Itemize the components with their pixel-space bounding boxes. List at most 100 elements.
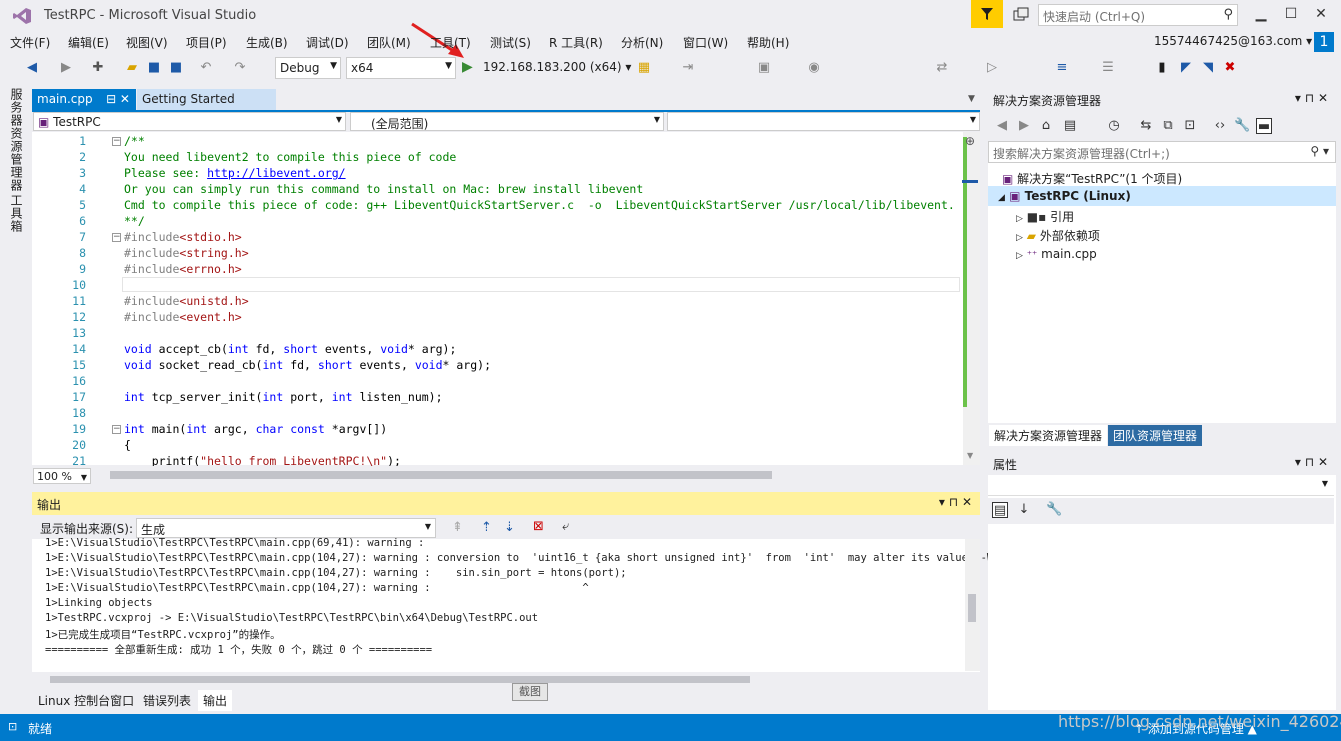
next-message-icon[interactable]: ⇣ (504, 520, 515, 535)
home-icon[interactable]: ⌂ (1038, 118, 1054, 134)
split-icon[interactable]: ⊕ (965, 134, 975, 148)
include-header: <errno.h> (179, 262, 242, 276)
continue-icon[interactable]: ▷ (984, 60, 1000, 76)
menu-analyze[interactable]: 分析(N) (621, 34, 663, 51)
new-project-icon[interactable]: ✚ (90, 60, 106, 76)
panel-controls-icon[interactable]: ▾ ⊓ ✕ (1295, 455, 1328, 469)
member-nav-select[interactable]: ▼ (667, 112, 980, 131)
word-wrap-icon[interactable]: ⤶ (562, 519, 569, 534)
fold-toggle-icon[interactable]: − (112, 137, 121, 146)
output-scroll-thumb[interactable] (968, 594, 976, 622)
menu-team[interactable]: 团队(M) (367, 34, 411, 51)
scroll-down-icon[interactable]: ▼ (967, 451, 973, 460)
tab-linux-console[interactable]: Linux 控制台窗口 (33, 690, 139, 711)
tab-solution-explorer[interactable]: 解决方案资源管理器 (989, 425, 1108, 446)
properties-object-select[interactable]: ▼ (988, 476, 1334, 496)
solution-search-input[interactable]: 搜索解决方案资源管理器(Ctrl+;) ⚲ ▾ (988, 141, 1336, 163)
notification-badge[interactable]: 1 (1314, 32, 1334, 52)
menu-debug[interactable]: 调试(D) (306, 34, 349, 51)
feedback-filter-icon[interactable] (971, 0, 1003, 28)
debug-icon[interactable]: ▣ (756, 60, 772, 76)
switch-views-icon[interactable]: ▤ (1062, 118, 1078, 134)
find-message-icon[interactable]: ⇞ (452, 520, 463, 535)
tab-output[interactable]: 输出 (198, 690, 233, 711)
menu-r-tools[interactable]: R 工具(R) (549, 34, 603, 51)
project-nav-select[interactable]: ▣ TestRPC ▼ (33, 112, 346, 131)
step-icon[interactable]: ⇥ (680, 60, 696, 76)
view-code-icon[interactable]: ‹› (1212, 118, 1228, 134)
menu-tools[interactable]: 工具(T) (430, 34, 471, 51)
sync-icon[interactable]: ⇄ (934, 60, 950, 76)
back-icon[interactable]: ◀ (24, 60, 40, 76)
prev-bookmark-icon[interactable]: ◤ (1178, 60, 1194, 76)
next-bookmark-icon[interactable]: ◥ (1200, 60, 1216, 76)
panel-controls-icon[interactable]: ▾ ⊓ ✕ (939, 495, 972, 509)
format-icon[interactable]: ≡ (1054, 60, 1070, 76)
run-target-button[interactable]: 192.168.183.200 (x64) ▾ (483, 60, 631, 74)
output-hscroll-thumb[interactable] (50, 676, 750, 683)
libevent-link[interactable]: http://libevent.org/ (207, 166, 345, 180)
comment-icon[interactable]: ☰ (1100, 60, 1116, 76)
tree-node-external-deps[interactable]: ▷ ▰ 外部依赖项 (1016, 227, 1100, 244)
clear-bookmarks-icon[interactable]: ✖ (1222, 60, 1238, 76)
scope-nav-select[interactable]: (全局范围) ▼ (350, 112, 664, 131)
property-pages-wrench-icon[interactable]: 🔧 (1046, 502, 1062, 518)
menu-test[interactable]: 测试(S) (490, 34, 531, 51)
toolbox-tab[interactable]: 工具箱 (8, 194, 25, 233)
tree-node-solution[interactable]: ▣ 解决方案“TestRPC”(1 个项目) (1002, 170, 1182, 187)
close-icon[interactable]: ⊟ ✕ (106, 92, 130, 106)
alphabetical-icon[interactable]: ↓ (1016, 502, 1032, 518)
undo-icon[interactable]: ↶ (198, 60, 214, 76)
maximize-button[interactable]: ☐ (1276, 2, 1306, 26)
sync-icon[interactable]: ⇆ (1138, 118, 1154, 134)
back-icon[interactable]: ◀ (994, 118, 1010, 134)
menu-build[interactable]: 生成(B) (246, 34, 288, 51)
redo-icon[interactable]: ↷ (232, 60, 248, 76)
horizontal-scroll-thumb[interactable] (110, 471, 772, 479)
minimize-button[interactable]: ▁ (1246, 2, 1276, 26)
tab-getting-started[interactable]: Getting Started (137, 89, 276, 110)
save-icon[interactable]: ■ (146, 60, 162, 76)
forward-icon[interactable]: ▶ (58, 60, 74, 76)
output-source-select[interactable]: 生成 ▼ (136, 518, 436, 538)
pending-changes-icon[interactable]: ◷ (1106, 118, 1122, 134)
bookmark-icon[interactable]: ▮ (1154, 60, 1170, 76)
forward-icon[interactable]: ▶ (1016, 118, 1032, 134)
tab-error-list[interactable]: 错误列表 (138, 690, 196, 711)
save-all-icon[interactable]: ■ (168, 60, 184, 76)
tree-node-project[interactable]: ◢ ▣ TestRPC (Linux) (998, 189, 1131, 203)
menu-edit[interactable]: 编辑(E) (68, 34, 109, 51)
menu-help[interactable]: 帮助(H) (747, 34, 789, 51)
fold-toggle-icon[interactable]: − (112, 425, 121, 434)
notification-icon[interactable] (1012, 6, 1030, 24)
tree-node-references[interactable]: ▷ ■▪ 引用 (1016, 208, 1074, 225)
menu-window[interactable]: 窗口(W) (683, 34, 728, 51)
breakpoints-icon[interactable]: ◉ (806, 60, 822, 76)
find-in-files-icon[interactable]: ▦ (636, 60, 652, 76)
fold-toggle-icon[interactable]: − (112, 233, 121, 242)
properties-wrench-icon[interactable]: 🔧 (1234, 118, 1250, 134)
zoom-select[interactable]: 100 % ▼ (33, 468, 91, 484)
panel-controls-icon[interactable]: ▾ ⊓ ✕ (1295, 91, 1328, 105)
categorized-icon[interactable]: ▤ (992, 502, 1008, 518)
solution-config-select[interactable]: Debug ▼ (275, 57, 341, 79)
show-all-files-icon[interactable]: ⊡ (1182, 118, 1198, 134)
user-account[interactable]: 15574467425@163.com ▾ (1154, 34, 1312, 48)
tree-node-main-cpp[interactable]: ▷ ⁺⁺ main.cpp (1016, 247, 1097, 261)
collapse-all-icon[interactable]: ⧉ (1160, 118, 1176, 134)
tab-team-explorer[interactable]: 团队资源管理器 (1108, 425, 1203, 446)
prev-message-icon[interactable]: ⇡ (481, 520, 492, 535)
tab-dropdown-icon[interactable]: ▼ (968, 94, 975, 104)
tab-main-cpp[interactable]: main.cpp ⊟ ✕ (32, 89, 136, 110)
menu-view[interactable]: 视图(V) (126, 34, 168, 51)
open-file-icon[interactable]: ▰ (124, 60, 140, 76)
quick-launch-input[interactable]: 快速启动 (Ctrl+Q) ⚲ (1038, 4, 1238, 26)
preview-icon[interactable]: ▬ (1256, 118, 1272, 134)
platform-select[interactable]: x64 ▼ (346, 57, 456, 79)
server-explorer-tab[interactable]: 服务器资源管理器 (8, 88, 25, 192)
menu-project[interactable]: 项目(P) (186, 34, 227, 51)
menu-file[interactable]: 文件(F) (10, 34, 50, 51)
run-icon[interactable]: ▶ (462, 59, 473, 75)
clear-all-icon[interactable]: ⊠ (533, 519, 544, 534)
close-window-button[interactable]: ✕ (1306, 2, 1336, 26)
